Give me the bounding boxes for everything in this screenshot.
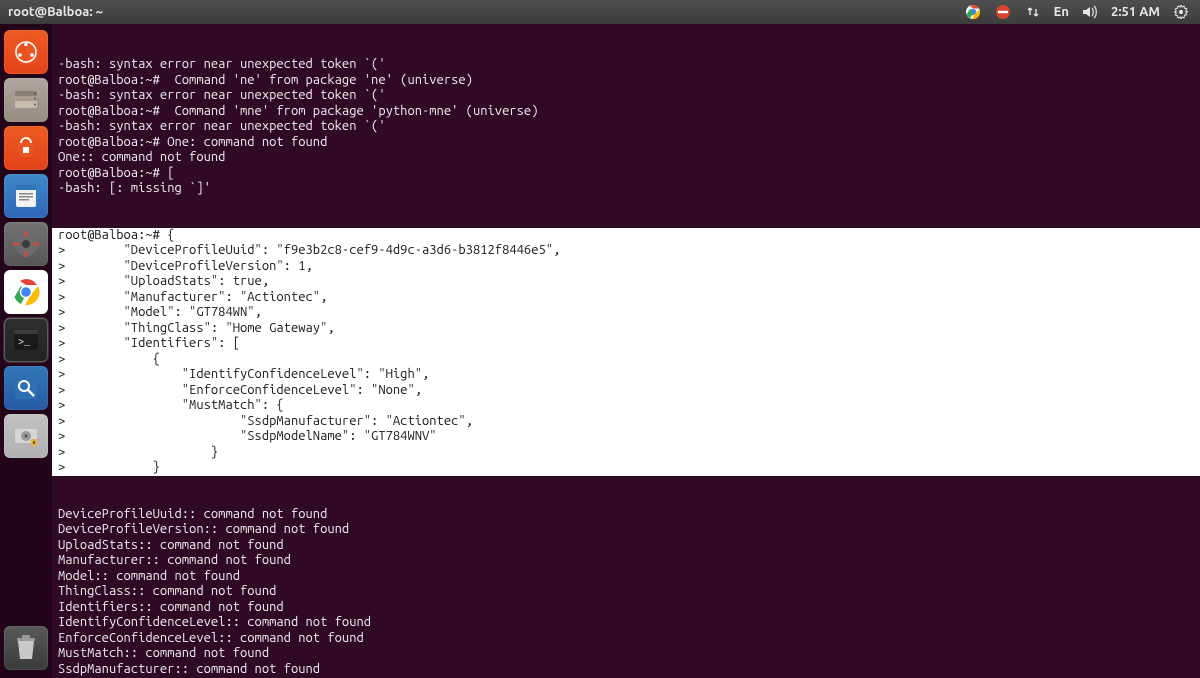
terminal-line: SsdpManufacturer:: command not found	[58, 662, 1196, 678]
no-entry-icon[interactable]	[994, 3, 1012, 21]
unity-launcher: >_	[0, 24, 52, 678]
terminal-line: > "MustMatch": {	[58, 398, 1196, 414]
terminal-line: DeviceProfileVersion:: command not found	[58, 522, 1196, 538]
dash-icon[interactable]	[4, 30, 48, 74]
trash-icon[interactable]	[4, 626, 48, 670]
terminal-line: > "SsdpModelName": "GT784WNV"	[58, 429, 1196, 445]
terminal-line: > "IdentifyConfidenceLevel": "High",	[58, 367, 1196, 383]
terminal-icon[interactable]: >_	[4, 318, 48, 362]
terminal-line: > "Identifiers": [	[58, 336, 1196, 352]
terminal-line: > "Manufacturer": "Actiontec",	[58, 290, 1196, 306]
terminal-line: Identifiers:: command not found	[58, 600, 1196, 616]
terminal-line: > "ThingClass": "Home Gateway",	[58, 321, 1196, 337]
terminal-line: IdentifyConfidenceLevel:: command not fo…	[58, 615, 1196, 631]
terminal-line: > "SsdpManufacturer": "Actiontec",	[58, 414, 1196, 430]
terminal-line: > }	[58, 460, 1196, 476]
keyboard-indicator[interactable]: En	[1054, 5, 1069, 19]
terminal-line: DeviceProfileUuid:: command not found	[58, 507, 1196, 523]
terminal-line: > }	[58, 445, 1196, 461]
files-icon[interactable]	[4, 78, 48, 122]
svg-text:>_: >_	[18, 338, 31, 349]
terminal-line: Manufacturer:: command not found	[58, 553, 1196, 569]
terminal-line: > {	[58, 352, 1196, 368]
disk-utility-icon[interactable]	[4, 414, 48, 458]
terminal-line: MustMatch:: command not found	[58, 646, 1196, 662]
system-tray: En 2:51 AM	[964, 3, 1198, 21]
terminal-line: -bash: syntax error near unexpected toke…	[58, 88, 1196, 104]
terminal-line: Model:: command not found	[58, 569, 1196, 585]
session-gear-icon[interactable]	[1172, 3, 1190, 21]
terminal-line: EnforceConfidenceLevel:: command not fou…	[58, 631, 1196, 647]
terminal-line: -bash: [: missing `]'	[58, 181, 1196, 197]
chrome-icon[interactable]	[4, 270, 48, 314]
terminal-line: > "UploadStats": true,	[58, 274, 1196, 290]
network-updown-icon[interactable]	[1024, 3, 1042, 21]
volume-icon[interactable]	[1081, 3, 1099, 21]
terminal-line: ThingClass:: command not found	[58, 584, 1196, 600]
terminal-line: root@Balboa:~# {	[58, 228, 1196, 244]
clock[interactable]: 2:51 AM	[1111, 5, 1160, 19]
terminal-selection: root@Balboa:~# {> "DeviceProfileUuid": "…	[52, 228, 1200, 476]
terminal-line: -bash: syntax error near unexpected toke…	[58, 119, 1196, 135]
search-tool-icon[interactable]	[4, 366, 48, 410]
terminal-line: UploadStats:: command not found	[58, 538, 1196, 554]
software-center-icon[interactable]	[4, 126, 48, 170]
terminal-window[interactable]: -bash: syntax error near unexpected toke…	[52, 24, 1200, 678]
terminal-line: root@Balboa:~# [	[58, 166, 1196, 182]
libreoffice-writer-icon[interactable]	[4, 174, 48, 218]
terminal-line: > "DeviceProfileUuid": "f9e3b2c8-cef9-4d…	[58, 243, 1196, 259]
terminal-line: > "Model": "GT784WN",	[58, 305, 1196, 321]
terminal-output-pre: -bash: syntax error near unexpected toke…	[58, 57, 1196, 197]
terminal-line: root@Balboa:~# Command 'ne' from package…	[58, 73, 1196, 89]
terminal-line: root@Balboa:~# Command 'mne' from packag…	[58, 104, 1196, 120]
settings-icon[interactable]	[4, 222, 48, 266]
terminal-line: > "EnforceConfidenceLevel": "None",	[58, 383, 1196, 399]
top-panel: root@Balboa: ~ En 2:51 AM	[0, 0, 1200, 24]
chrome-indicator-icon[interactable]	[964, 3, 982, 21]
terminal-output-post: DeviceProfileUuid:: command not foundDev…	[58, 507, 1196, 678]
window-title: root@Balboa: ~	[2, 5, 103, 19]
terminal-line: > "DeviceProfileVersion": 1,	[58, 259, 1196, 275]
terminal-line: -bash: syntax error near unexpected toke…	[58, 57, 1196, 73]
terminal-line: One:: command not found	[58, 150, 1196, 166]
terminal-line: root@Balboa:~# One: command not found	[58, 135, 1196, 151]
